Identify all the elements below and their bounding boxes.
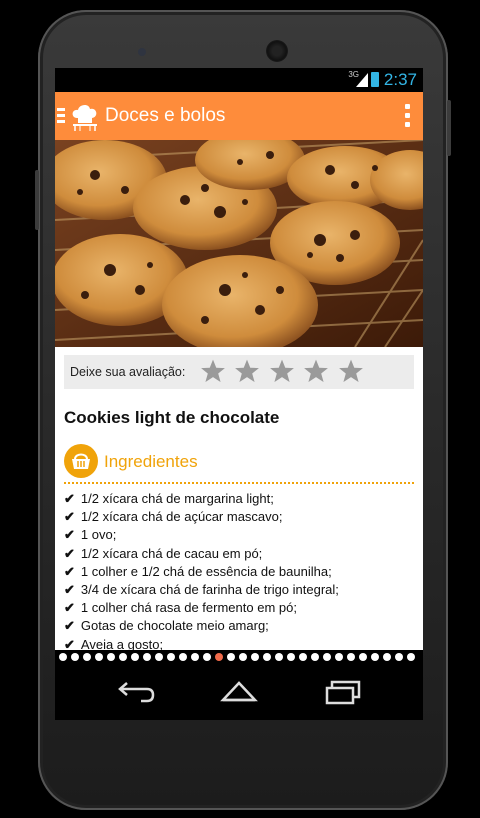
rating-bar: Deixe sua avaliação:	[64, 355, 414, 389]
overflow-menu-icon[interactable]	[405, 104, 411, 131]
front-camera	[138, 48, 146, 56]
status-bar: 3G 2:37	[55, 68, 423, 92]
page-dot[interactable]	[299, 653, 307, 661]
page-dot[interactable]	[215, 653, 223, 661]
app-title: Doces e bolos	[105, 105, 226, 126]
page-dot[interactable]	[395, 653, 403, 661]
app-bar: Doces e bolos	[55, 92, 423, 140]
ingredient-text: 1 ovo;	[80, 527, 117, 543]
page-dot[interactable]	[287, 653, 295, 661]
ingredient-text: 1 colher e 1/2 chá de essência de baunil…	[80, 563, 332, 579]
page-dot[interactable]	[347, 653, 355, 661]
list-item: ✔ 1 colher chá rasa de fermento em pó;	[64, 599, 419, 617]
star-rating[interactable]	[200, 358, 368, 389]
page-dot[interactable]	[191, 653, 199, 661]
page-dot[interactable]	[275, 653, 283, 661]
volume-button	[35, 170, 39, 230]
page-dot[interactable]	[131, 653, 139, 661]
page-dot[interactable]	[155, 653, 163, 661]
page-dot[interactable]	[119, 653, 127, 661]
ingredient-text: 1/2 xícara chá de açúcar mascavo;	[80, 509, 283, 525]
chef-hat-icon	[72, 104, 97, 131]
check-icon: ✔	[64, 563, 75, 579]
rating-label: Deixe sua avaliação:	[70, 365, 186, 379]
ingredient-list: ✔ 1/2 xícara chá de margarina light; ✔ 1/2…	[64, 490, 419, 654]
section-title: Ingredientes	[104, 452, 198, 471]
battery-icon	[371, 72, 379, 87]
power-button	[447, 100, 451, 156]
list-item: ✔ 1 colher e 1/2 chá de essência de bauni…	[64, 563, 419, 581]
page-dot[interactable]	[71, 653, 79, 661]
page-dot[interactable]	[227, 653, 235, 661]
check-icon: ✔	[64, 491, 75, 506]
recipe-photo	[55, 140, 423, 347]
page-dot[interactable]	[203, 653, 211, 661]
page-dot[interactable]	[311, 653, 319, 661]
check-icon: ✔	[64, 582, 75, 598]
page-dot[interactable]	[335, 653, 343, 661]
list-item: ✔ 3/4 de xícara chá de farinha de trigo i…	[64, 581, 419, 599]
page-dot[interactable]	[371, 653, 379, 661]
ingredient-text: 1/2 xícara chá de cacau em pó;	[80, 545, 263, 561]
star-icon[interactable]	[338, 358, 364, 384]
page-dot[interactable]	[179, 653, 187, 661]
list-item: ✔ Gotas de chocolate meio amarg;	[64, 617, 419, 635]
ingredient-text: 1 colher chá rasa de fermento em pó;	[80, 600, 297, 616]
page-dot[interactable]	[407, 653, 415, 661]
ingredient-text: 1/2 xícara chá de margarina light;	[80, 491, 274, 506]
list-item: ✔ 1/2 xícara chá de açúcar mascavo;	[64, 508, 419, 526]
screen: 3G 2:37 Doces e bolos Deixe sua avaliaçã…	[55, 68, 423, 720]
recipe-title: Cookies light de chocolate	[64, 408, 280, 427]
list-item: ✔ 1 ovo;	[64, 526, 419, 544]
star-icon[interactable]	[303, 358, 329, 384]
back-icon[interactable]	[117, 678, 157, 706]
check-icon: ✔	[64, 600, 75, 616]
earpiece-speaker	[266, 40, 288, 62]
page-dot[interactable]	[359, 653, 367, 661]
clock: 2:37	[383, 70, 417, 89]
page-dot[interactable]	[263, 653, 271, 661]
check-icon: ✔	[64, 527, 75, 543]
basket-icon	[64, 444, 98, 478]
check-icon: ✔	[64, 509, 75, 525]
page-dot[interactable]	[59, 653, 67, 661]
page-dot[interactable]	[83, 653, 91, 661]
star-icon[interactable]	[234, 358, 260, 384]
star-icon[interactable]	[269, 358, 295, 384]
signal-icon	[356, 73, 368, 87]
check-icon: ✔	[64, 618, 75, 634]
list-item: ✔ 1/2 xícara chá de margarina light;	[64, 490, 419, 508]
list-item: ✔ 1/2 xícara chá de cacau em pó;	[64, 545, 419, 563]
ingredient-text: 3/4 de xícara chá de farinha de trigo in…	[80, 582, 339, 598]
page-dot[interactable]	[95, 653, 103, 661]
page-indicator[interactable]	[55, 650, 423, 664]
page-dot[interactable]	[143, 653, 151, 661]
navigation-bar	[55, 664, 423, 720]
section-divider	[64, 482, 414, 484]
page-dot[interactable]	[107, 653, 115, 661]
page-dot[interactable]	[383, 653, 391, 661]
ingredient-text: Gotas de chocolate meio amarg;	[80, 618, 269, 634]
page-dot[interactable]	[167, 653, 175, 661]
recents-icon[interactable]	[323, 678, 363, 706]
star-icon[interactable]	[200, 358, 226, 384]
home-icon[interactable]	[219, 678, 259, 706]
page-dot[interactable]	[323, 653, 331, 661]
page-dot[interactable]	[251, 653, 259, 661]
check-icon: ✔	[64, 545, 75, 561]
hamburger-icon[interactable]	[57, 108, 65, 126]
page-dot[interactable]	[239, 653, 247, 661]
